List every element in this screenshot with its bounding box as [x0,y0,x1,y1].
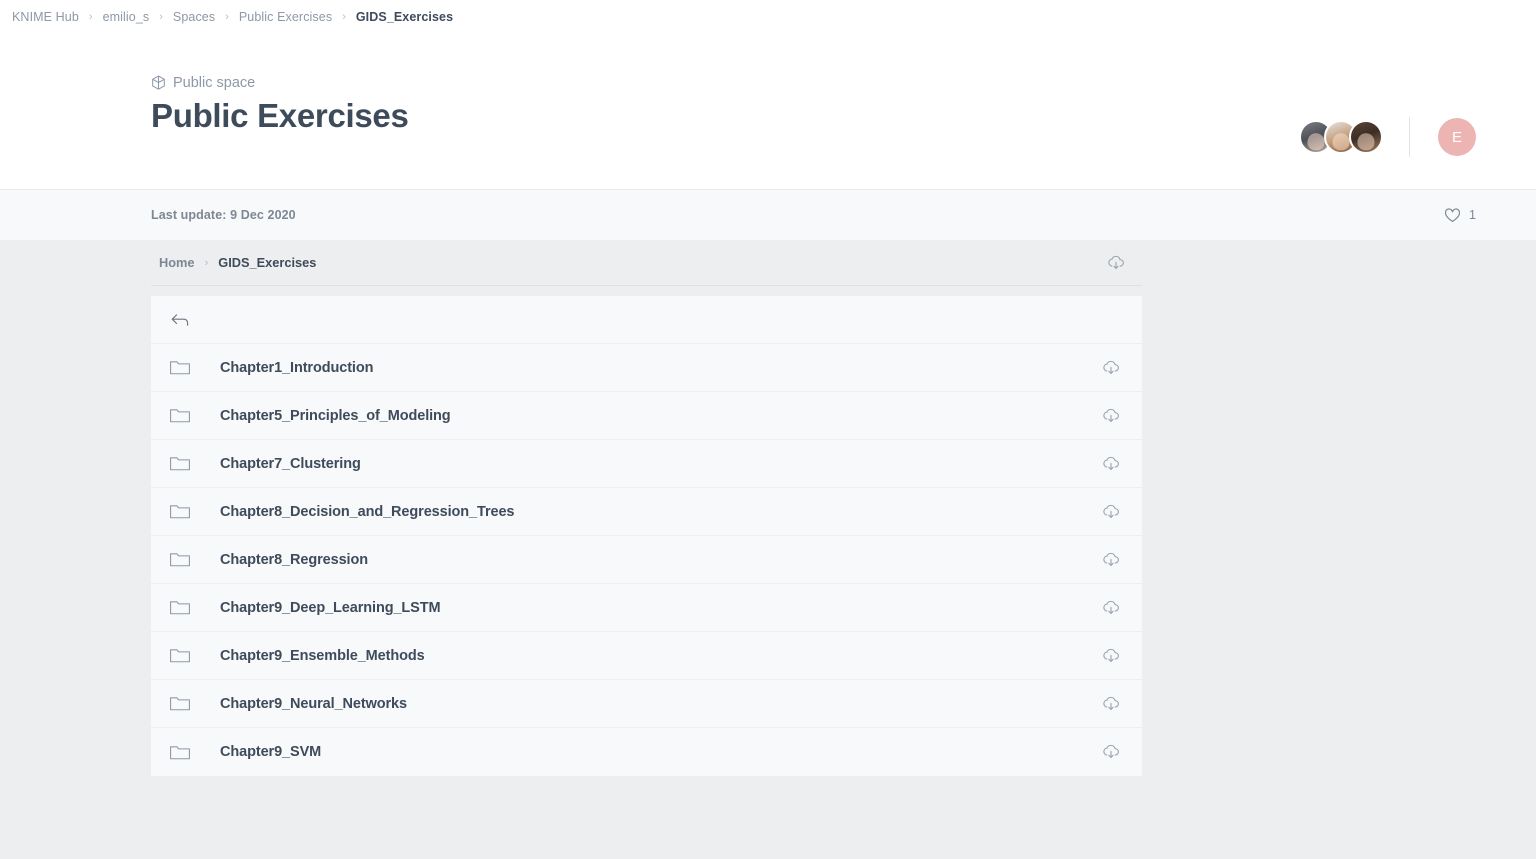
meta-bar: Last update: 9 Dec 2020 1 [0,189,1536,240]
back-row[interactable] [151,296,1142,344]
hexagon-space-icon [151,75,166,91]
file-name: Chapter1_Introduction [220,359,374,376]
file-name: Chapter9_Deep_Learning_LSTM [220,599,441,616]
file-name: Chapter7_Clustering [220,455,361,472]
breadcrumb-item-knime-hub[interactable]: KNIME Hub [4,10,87,24]
table-row[interactable]: Chapter1_Introduction [151,344,1142,392]
cloud-download-icon[interactable] [1096,454,1126,474]
file-name: Chapter5_Principles_of_Modeling [220,407,451,424]
breadcrumb-separator-icon: › [204,256,209,269]
table-row[interactable]: Chapter8_Regression [151,536,1142,584]
file-list: Chapter1_Introduction Chapter5_Principle… [151,296,1142,776]
breadcrumb-item-emilio-s[interactable]: emilio_s [95,10,158,24]
content-area: Home › GIDS_Exercises Chapter1_Introduct… [0,240,1536,859]
header-divider [1409,117,1410,157]
folder-icon [169,694,220,713]
file-name: Chapter9_Neural_Networks [220,695,407,712]
breadcrumb-item-spaces[interactable]: Spaces [165,10,223,24]
space-kind-label: Public space [173,75,256,91]
like-count: 1 [1469,208,1476,222]
cloud-download-icon[interactable] [1096,694,1126,714]
space-header-right: E [1299,29,1476,157]
avatar[interactable] [1349,120,1383,154]
file-browser-breadcrumb-items: Home › GIDS_Exercises [153,255,322,270]
cloud-download-icon[interactable] [1106,253,1126,273]
file-breadcrumb-item-home[interactable]: Home [153,255,201,270]
file-browser-breadcrumb: Home › GIDS_Exercises [151,240,1142,286]
cloud-download-icon[interactable] [1096,598,1126,618]
breadcrumb-separator-icon: › [88,11,93,23]
folder-icon [169,502,220,521]
cloud-download-icon[interactable] [1096,502,1126,522]
cloud-download-icon[interactable] [1096,550,1126,570]
table-row[interactable]: Chapter5_Principles_of_Modeling [151,392,1142,440]
folder-icon [169,454,220,473]
breadcrumb-separator-icon: › [342,11,346,23]
table-row[interactable]: Chapter7_Clustering [151,440,1142,488]
folder-icon [169,358,220,377]
file-browser: Home › GIDS_Exercises Chapter1_Introduct… [151,240,1142,776]
file-name: Chapter8_Regression [220,551,368,568]
cloud-download-icon[interactable] [1096,358,1126,378]
table-row[interactable]: Chapter9_Neural_Networks [151,680,1142,728]
back-arrow-icon[interactable] [169,311,220,329]
file-name: Chapter9_SVM [220,744,322,760]
user-avatar[interactable]: E [1438,118,1476,156]
file-breadcrumb-item-gids-exercises[interactable]: GIDS_Exercises [212,255,322,270]
folder-icon [169,646,220,665]
breadcrumb-item-gids-exercises[interactable]: GIDS_Exercises [348,10,461,24]
heart-icon [1444,207,1461,223]
folder-icon [169,598,220,617]
folder-icon [169,550,220,569]
table-row[interactable]: Chapter9_SVM [151,728,1142,776]
breadcrumb: KNIME Hub › emilio_s › Spaces › Public E… [0,5,1536,29]
table-row[interactable]: Chapter8_Decision_and_Regression_Trees [151,488,1142,536]
collaborator-avatars[interactable] [1299,120,1383,154]
like-button[interactable]: 1 [1444,207,1476,223]
cloud-download-icon[interactable] [1096,406,1126,426]
table-row[interactable]: Chapter9_Deep_Learning_LSTM [151,584,1142,632]
folder-icon [169,406,220,425]
cloud-download-icon[interactable] [1096,646,1126,666]
space-kind: Public space [151,75,409,91]
breadcrumb-separator-icon: › [159,11,163,23]
file-name: Chapter8_Decision_and_Regression_Trees [220,503,515,520]
folder-icon [169,743,220,762]
breadcrumb-separator-icon: › [225,11,229,23]
space-header-left: Public space Public Exercises [151,29,409,135]
breadcrumb-item-public-exercises[interactable]: Public Exercises [231,10,340,24]
page-title: Public Exercises [151,97,409,134]
table-row[interactable]: Chapter9_Ensemble_Methods [151,632,1142,680]
file-name: Chapter9_Ensemble_Methods [220,647,425,664]
cloud-download-icon[interactable] [1096,742,1126,762]
last-update-label: Last update: 9 Dec 2020 [151,208,296,222]
space-header: Public space Public Exercises E [0,29,1536,189]
